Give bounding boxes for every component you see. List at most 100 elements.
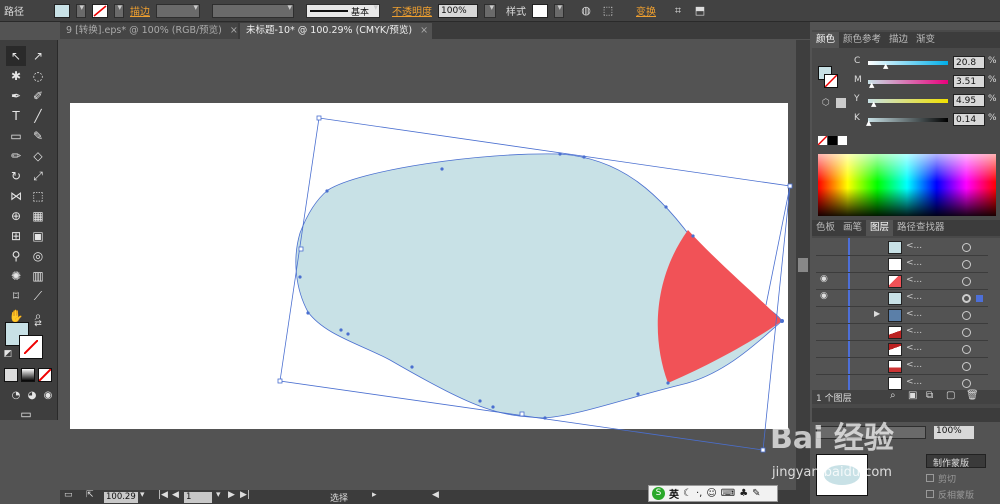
variable-width-dropdown[interactable]	[212, 3, 294, 18]
isolate-icon[interactable]: ⌗	[670, 4, 686, 18]
close-icon[interactable]: ×	[230, 25, 238, 36]
perspective-grid-tool-icon[interactable]: ▦	[28, 206, 48, 226]
rectangle-tool-icon[interactable]: ▭	[6, 126, 26, 146]
stroke-weight-dropdown[interactable]	[156, 3, 200, 18]
out-of-gamut-icon[interactable]: ⬡	[822, 98, 832, 108]
gradient-mode-icon[interactable]	[21, 368, 35, 382]
zoom-input[interactable]: 100.29	[104, 492, 138, 503]
eyedropper-tool-icon[interactable]: ⚲	[6, 246, 26, 266]
selection-indicator[interactable]	[976, 295, 983, 302]
line-tool-icon[interactable]: ╱	[28, 106, 48, 126]
stroke-label[interactable]: 描边	[130, 3, 150, 18]
layer-row-selected[interactable]: ◉ <...	[816, 291, 988, 307]
tab-layers[interactable]: 图层	[866, 220, 894, 236]
fill-swatch[interactable]	[54, 3, 70, 18]
eye-icon[interactable]: ◉	[820, 291, 828, 301]
symbol-sprayer-tool-icon[interactable]: ✺	[6, 266, 26, 286]
shape-builder-tool-icon[interactable]: ⊕	[6, 206, 26, 226]
ime-emoji-icon[interactable]: ☺	[706, 488, 716, 499]
selection-tool-icon[interactable]: ↖	[6, 46, 26, 66]
tab-swatches[interactable]: 色板	[812, 220, 839, 236]
layer-row[interactable]: ▶ <...	[816, 308, 988, 324]
scroll-left-icon[interactable]: ◀	[432, 490, 439, 500]
ime-toolbar[interactable]: S 英 ☾ ·, ☺ ⌨ ♣ ✎	[648, 485, 778, 502]
none-swatch[interactable]	[817, 135, 828, 146]
web-safe-swatch[interactable]	[836, 98, 846, 108]
channel-c-value[interactable]: 20.8	[953, 56, 985, 69]
magic-wand-tool-icon[interactable]: ✱	[6, 66, 26, 86]
type-tool-icon[interactable]: T	[6, 106, 26, 126]
target-icon[interactable]	[962, 260, 971, 269]
target-icon[interactable]	[962, 328, 971, 337]
artboard-number-input[interactable]: 1	[184, 492, 212, 503]
fill-dropdown[interactable]	[76, 3, 86, 18]
stroke-color-box[interactable]	[19, 335, 43, 359]
ime-moon-icon[interactable]: ☾	[683, 488, 692, 499]
target-icon[interactable]	[962, 243, 971, 252]
column-graph-tool-icon[interactable]: ▥	[28, 266, 48, 286]
channel-m-slider[interactable]	[868, 80, 948, 84]
tab-pathfinder[interactable]: 路径查找器	[893, 220, 949, 236]
direct-selection-tool-icon[interactable]: ↗	[28, 46, 48, 66]
screen-mode-icon[interactable]: ▭	[16, 404, 36, 424]
ime-language[interactable]: 英	[669, 486, 679, 501]
artboard-dropdown[interactable]: ▾	[216, 490, 221, 500]
target-icon[interactable]	[962, 379, 971, 388]
graphic-style-swatch[interactable]	[532, 3, 548, 18]
white-swatch[interactable]	[838, 136, 847, 145]
color-spectrum[interactable]	[818, 154, 996, 216]
target-icon[interactable]	[962, 311, 971, 320]
tab-stroke[interactable]: 描边	[885, 32, 912, 48]
new-layer-icon[interactable]: ▢	[946, 390, 955, 401]
stroke-swatch[interactable]	[92, 3, 108, 18]
slider-thumb[interactable]: ▲	[871, 100, 876, 108]
tab-gradient[interactable]: 渐变	[912, 32, 939, 48]
blend-tool-icon[interactable]: ◎	[28, 246, 48, 266]
pen-tool-icon[interactable]: ✒	[6, 86, 26, 106]
canvas-area[interactable]	[60, 40, 810, 490]
slider-thumb[interactable]: ▲	[883, 62, 888, 70]
ime-settings-icon[interactable]: ✎	[752, 488, 760, 499]
panel-menu-icon[interactable]: ⬒	[692, 4, 708, 18]
opacity-label[interactable]: 不透明度	[392, 3, 432, 18]
channel-m-value[interactable]: 3.51	[953, 75, 985, 88]
target-icon[interactable]	[962, 277, 971, 286]
scale-tool-icon[interactable]: ⤢	[28, 166, 48, 186]
slice-tool-icon[interactable]: ⟋	[28, 286, 48, 306]
black-swatch[interactable]	[828, 136, 837, 145]
tab-brushes[interactable]: 画笔	[839, 220, 866, 236]
channel-y-slider[interactable]	[868, 99, 948, 103]
color-stroke-box[interactable]	[824, 74, 838, 88]
rotate-tool-icon[interactable]: ↻	[6, 166, 26, 186]
channel-k-slider[interactable]	[868, 118, 948, 122]
zoom-dropdown[interactable]: ▾	[140, 490, 145, 500]
doc-tab-2[interactable]: 未标题-10* @ 100.29% (CMYK/预览) ×	[240, 23, 432, 39]
make-clipping-mask-icon[interactable]: ▣	[908, 390, 917, 401]
last-artboard-icon[interactable]: ▶|	[240, 490, 250, 500]
doc-tab-1[interactable]: 9 [转换].eps* @ 100% (RGB/预览) ×	[60, 23, 238, 39]
mesh-tool-icon[interactable]: ⊞	[6, 226, 26, 246]
tab-color[interactable]: 颜色	[812, 32, 840, 48]
artwork-svg[interactable]	[60, 40, 810, 490]
next-artboard-icon[interactable]: ▶	[228, 490, 235, 500]
paintbrush-tool-icon[interactable]: ✎	[28, 126, 48, 146]
close-icon[interactable]: ×	[420, 25, 428, 36]
ime-skin-icon[interactable]: ♣	[739, 488, 748, 499]
channel-y-value[interactable]: 4.95	[953, 94, 985, 107]
tab-color-guide[interactable]: 颜色参考	[839, 32, 885, 48]
graphic-style-dropdown[interactable]	[554, 3, 564, 18]
none-mode-icon[interactable]	[38, 368, 52, 382]
default-colors-icon[interactable]: ◩	[2, 348, 14, 360]
width-tool-icon[interactable]: ⋈	[6, 186, 26, 206]
target-icon[interactable]	[962, 294, 971, 303]
scroll-thumb[interactable]	[798, 258, 808, 272]
eye-icon[interactable]: ◉	[820, 274, 828, 284]
brush-dropdown[interactable]: 基本	[306, 3, 380, 18]
lasso-tool-icon[interactable]: ◌	[28, 66, 48, 86]
status-icon[interactable]: ▭	[64, 490, 73, 500]
layer-row[interactable]: <...	[816, 325, 988, 341]
color-mode-icon[interactable]	[4, 368, 18, 382]
layer-row[interactable]: ◉ <...	[816, 274, 988, 290]
target-icon[interactable]	[962, 362, 971, 371]
prev-artboard-icon[interactable]: ◀	[172, 490, 179, 500]
